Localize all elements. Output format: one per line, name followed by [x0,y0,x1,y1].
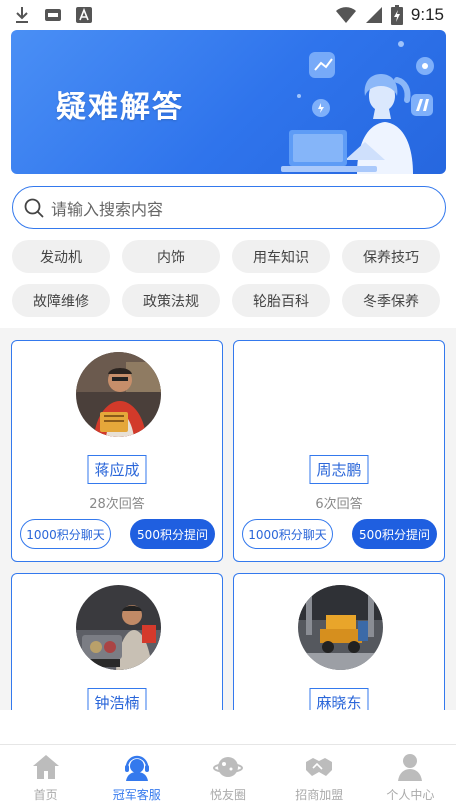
nav-label: 个人中心 [386,788,435,802]
tag-interior[interactable]: 内饰 [122,240,220,273]
nav-label: 冠军客服 [112,788,161,802]
expert-card[interactable]: 蒋应成 28次回答 1000积分聊天 500积分提问 [11,340,223,562]
wifi-icon [335,6,357,24]
nav-item-customer-service[interactable]: 冠军客服 [91,745,182,808]
nav-item-profile[interactable]: 个人中心 [365,745,456,808]
customer-service-icon [122,752,152,782]
home-icon [31,752,61,782]
search-icon [23,197,45,219]
nav-item-friends-circle[interactable]: 悦友圈 [182,745,273,808]
nav-label: 悦友圈 [210,788,247,802]
nav-label: 招商加盟 [295,788,344,802]
status-right: 9:15 [335,5,444,25]
status-left [14,6,92,24]
category-tags: 发动机 内饰 用车知识 保养技巧 故障维修 政策法规 轮胎百科 冬季保养 [12,240,446,317]
avatar [76,352,161,437]
tag-policy[interactable]: 政策法规 [122,284,220,317]
search-placeholder: 请输入搜索内容 [51,199,164,219]
expert-card[interactable]: 钟浩楠 [11,573,223,710]
tag-tires[interactable]: 轮胎百科 [232,284,330,317]
expert-name: 麻晓东 [309,688,369,710]
avatar [76,585,161,670]
tag-engine[interactable]: 发动机 [12,240,110,273]
tag-maintenance-tips[interactable]: 保养技巧 [342,240,440,273]
tag-car-knowledge[interactable]: 用车知识 [232,240,330,273]
paid-question-button[interactable]: 500积分提问 [130,519,215,549]
download-icon [14,6,30,24]
answer-count: 6次回答 [315,497,363,512]
expert-card[interactable]: 麻晓东 [233,573,445,710]
media-icon [44,7,62,23]
search-input[interactable]: 请输入搜索内容 [12,186,446,229]
nav-item-home[interactable]: 首页 [0,745,91,808]
paid-question-button[interactable]: 500积分提问 [352,519,437,549]
battery-charging-icon [390,5,403,25]
nav-label: 首页 [33,788,58,802]
banner-title: 疑难解答 [56,90,184,125]
nav-item-franchise[interactable]: 招商加盟 [274,745,365,808]
avatar [298,585,383,670]
handshake-icon [304,752,334,782]
expert-name: 蒋应成 [87,455,147,484]
status-time: 9:15 [410,5,444,24]
support-illustration [281,41,434,174]
status-bar: 9:15 [0,0,456,30]
paid-chat-button[interactable]: 1000积分聊天 [20,519,111,549]
signal-icon [365,6,383,24]
tag-repair[interactable]: 故障维修 [12,284,110,317]
font-icon [76,7,92,23]
person-icon [395,752,425,782]
planet-icon [213,752,243,782]
bottom-nav: 首页 冠军客服 悦友圈 招商加盟 个人中心 [0,744,456,808]
answer-count: 28次回答 [89,497,145,512]
expert-card[interactable]: 周志鹏 6次回答 1000积分聊天 500积分提问 [233,340,445,562]
paid-chat-button[interactable]: 1000积分聊天 [242,519,333,549]
expert-name: 周志鹏 [309,455,369,484]
tag-winter-care[interactable]: 冬季保养 [342,284,440,317]
expert-name: 钟浩楠 [87,688,147,710]
faq-banner[interactable]: 疑难解答 [11,30,446,174]
